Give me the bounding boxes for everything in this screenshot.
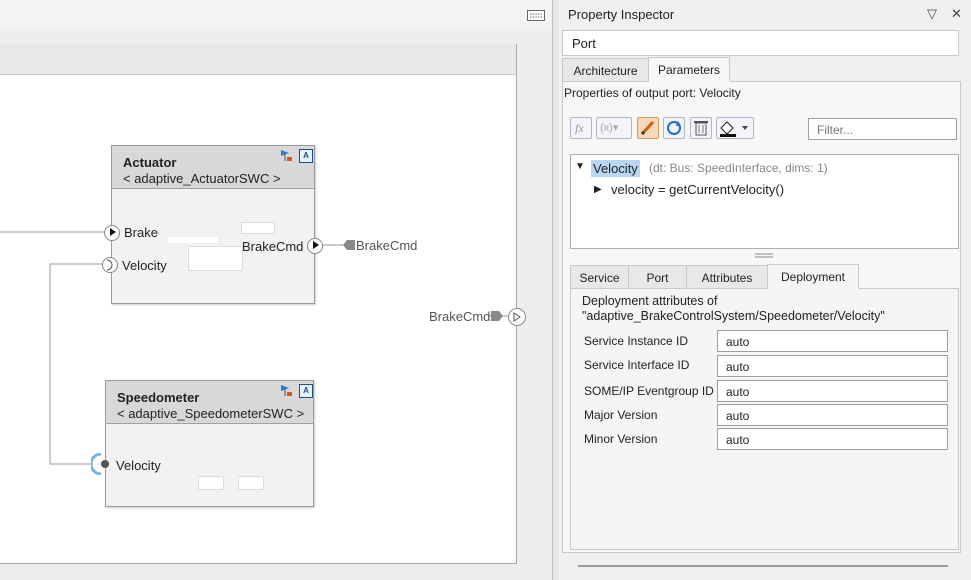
tree-child-label[interactable]: velocity = getCurrentVelocity() <box>611 182 784 197</box>
internal-block <box>241 222 275 234</box>
external-brakecmd-label: BrakeCmd <box>356 238 418 253</box>
edit-button[interactable] <box>637 117 659 139</box>
tab-service[interactable]: Service <box>570 265 629 289</box>
actuator-name: Actuator <box>123 155 177 170</box>
pencil-icon <box>640 120 655 136</box>
paint-bucket-icon <box>720 121 748 137</box>
internal-block <box>188 246 243 271</box>
port-arrow-icon <box>110 228 116 236</box>
speedometer-type: < adaptive_SpeedometerSWC > <box>117 406 305 421</box>
element-type-label: Port <box>572 36 596 51</box>
tab-architecture[interactable]: Architecture <box>562 58 649 82</box>
refresh-icon <box>667 121 681 135</box>
major-version-input[interactable]: auto <box>717 404 948 426</box>
tab-attributes[interactable]: Attributes <box>686 265 768 289</box>
collapse-arrow-icon[interactable]: ▼ <box>575 161 585 172</box>
actuator-port-brakecmd-label: BrakeCmd <box>242 239 304 254</box>
minor-version-label: Minor Version <box>584 432 658 446</box>
software-component-icon <box>281 150 292 161</box>
filter-input-box[interactable] <box>808 118 957 140</box>
service-instance-id-input[interactable]: auto <box>717 330 948 352</box>
service-interface-id-label: Service Interface ID <box>584 358 690 372</box>
add-variable-button[interactable]: (x)▾ <box>596 117 632 139</box>
tab-parameters[interactable]: Parameters <box>648 57 730 82</box>
deployment-heading-line1: Deployment attributes of <box>582 294 718 308</box>
someip-eventgroup-id-input[interactable]: auto <box>717 380 948 402</box>
service-interface-id-input[interactable]: auto <box>717 355 948 377</box>
delete-button[interactable] <box>690 117 712 139</box>
refresh-button[interactable] <box>663 117 685 139</box>
port-arrow-icon <box>513 312 521 322</box>
speedometer-name: Speedometer <box>117 390 200 405</box>
port-arrow-icon <box>313 241 319 249</box>
filter-input[interactable] <box>815 122 949 138</box>
adaptive-badge-icon: A <box>299 384 313 398</box>
trash-icon <box>694 121 708 136</box>
add-variable-icon: (x)▾ <box>600 122 619 134</box>
adaptive-badge-icon: A <box>299 149 313 163</box>
internal-block <box>167 236 219 244</box>
panel-menu-icon[interactable]: ▽ <box>927 6 937 22</box>
tree-root-label[interactable]: Velocity <box>591 160 640 177</box>
sender-port-icon[interactable] <box>91 453 113 475</box>
outport-connector-icon <box>491 311 503 321</box>
close-icon[interactable]: ✕ <box>951 6 962 22</box>
actuator-type: < adaptive_ActuatorSWC > <box>123 171 281 186</box>
deployment-heading-line2: "adaptive_BrakeControlSystem/Speedometer… <box>582 309 885 323</box>
software-component-icon <box>281 385 292 396</box>
speedometer-port-velocity-label: Velocity <box>116 458 161 473</box>
tree-root-meta: (dt: Bus: SpeedInterface, dims: 1) <box>649 161 828 175</box>
properties-title: Properties of output port: Velocity <box>564 86 741 100</box>
resize-grip-icon[interactable] <box>755 253 773 259</box>
element-type-field: Port <box>562 30 959 56</box>
internal-block <box>238 476 264 490</box>
speedometer-component[interactable]: Speedometer < adaptive_SpeedometerSWC > … <box>105 380 314 507</box>
actuator-port-brake-label: Brake <box>124 225 158 240</box>
internal-block <box>198 476 224 490</box>
outport-connector-icon <box>343 240 355 250</box>
someip-eventgroup-id-label: SOME/IP Eventgroup ID <box>584 384 714 398</box>
inspector-title: Property Inspector <box>568 7 675 22</box>
tab-port[interactable]: Port <box>628 265 687 289</box>
root-port-brakecmd-label: BrakeCmd <box>429 309 491 324</box>
major-version-label: Major Version <box>584 408 658 422</box>
tab-deployment[interactable]: Deployment <box>767 264 859 289</box>
actuator-port-velocity-label: Velocity <box>122 258 167 273</box>
actuator-component[interactable]: Actuator < adaptive_ActuatorSWC > A Brak… <box>111 145 315 304</box>
highlight-button[interactable] <box>716 117 754 139</box>
service-instance-id-label: Service Instance ID <box>584 334 689 348</box>
horizontal-scrollbar[interactable] <box>578 565 948 567</box>
expand-arrow-icon[interactable]: ▶ <box>594 184 602 195</box>
fx-icon: fx <box>575 121 584 135</box>
fx-button[interactable]: fx <box>570 117 592 139</box>
receiver-port-icon <box>106 259 113 271</box>
minor-version-input[interactable]: auto <box>717 428 948 450</box>
